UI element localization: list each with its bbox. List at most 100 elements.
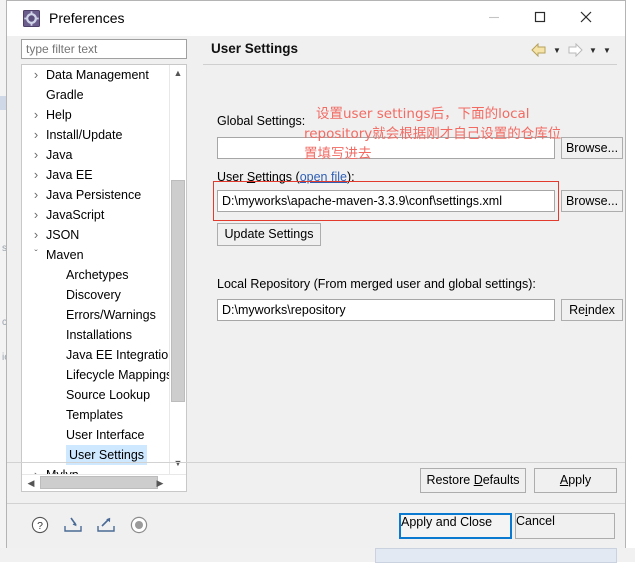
sidebar-item-user-interface[interactable]: User Interface: [22, 425, 169, 445]
reindex-label-b: ndex: [587, 303, 615, 317]
export-icon[interactable]: [95, 514, 117, 536]
footer-icon-group: ?: [29, 514, 150, 536]
chevron-right-icon[interactable]: ›: [30, 145, 42, 165]
reindex-button[interactable]: Reindex: [561, 299, 623, 321]
sidebar-item-label: Templates: [66, 408, 123, 422]
chevron-right-icon[interactable]: ›: [30, 225, 42, 245]
sidebar-item-errors-warnings[interactable]: Errors/Warnings: [22, 305, 169, 325]
global-settings-browse-button[interactable]: Browse...: [561, 137, 623, 159]
chevron-down-icon[interactable]: ˇ: [30, 245, 42, 265]
annotation-line-1: 设置user settings后，下面的local: [316, 106, 530, 122]
preferences-sidebar: › Data Management Gradle › Help › Install/Upda…: [15, 36, 195, 496]
cancel-button[interactable]: Cancel: [515, 513, 615, 539]
sidebar-item-label: Errors/Warnings: [66, 308, 156, 322]
chevron-right-icon[interactable]: ›: [30, 65, 42, 85]
sidebar-item-label: Installations: [66, 328, 133, 342]
import-icon[interactable]: [62, 514, 84, 536]
back-history-chevron-down-icon[interactable]: ▼: [551, 41, 563, 59]
minimize-button[interactable]: [471, 1, 517, 32]
global-settings-label-text: Global Settings:: [217, 114, 306, 128]
chevron-right-icon[interactable]: ›: [30, 185, 42, 205]
restore-defaults-label-b: efaults: [482, 473, 520, 487]
page-button-row: Restore Defaults Apply: [7, 468, 625, 498]
chevron-right-icon[interactable]: ›: [30, 105, 42, 125]
user-settings-label-suffix: ):: [346, 170, 355, 184]
sidebar-item-gradle[interactable]: Gradle: [22, 85, 169, 105]
chevron-right-icon[interactable]: ›: [30, 125, 42, 145]
sidebar-item-install-update[interactable]: › Install/Update: [22, 125, 169, 145]
sidebar-item-java-ee-integration[interactable]: Java EE Integration: [22, 345, 175, 365]
preferences-dialog: Preferences ›Data ManagementGradle›Help›…: [6, 0, 626, 548]
sidebar-item-source-lookup[interactable]: Source Lookup: [22, 385, 169, 405]
sidebar-item-maven[interactable]: ˇ Maven: [22, 245, 169, 265]
user-settings-label-rest: ettings (: [255, 170, 300, 184]
annotation-line-3: 置填写进去: [304, 146, 372, 162]
forward-arrow-icon: [565, 41, 585, 59]
page-navigation: ▼ ▼ ▼: [529, 40, 613, 60]
maximize-button[interactable]: [517, 1, 563, 32]
local-repository-input[interactable]: [217, 299, 555, 321]
user-settings-input[interactable]: [217, 190, 555, 212]
sidebar-item-archetypes[interactable]: Archetypes: [22, 265, 169, 285]
help-question-icon[interactable]: ?: [29, 514, 51, 536]
restore-defaults-mnemonic: D: [473, 473, 483, 487]
sidebar-item-label: Install/Update: [46, 128, 123, 142]
tree-vertical-scrollbar[interactable]: ▲ ▼: [169, 65, 186, 491]
local-repository-label: Local Repository (From merged user and g…: [217, 277, 536, 291]
sidebar-item-label: Help: [46, 108, 72, 122]
sidebar-item-label: Maven: [46, 248, 84, 262]
forward-history-chevron-down-icon[interactable]: ▼: [587, 41, 599, 59]
background-tab: [375, 548, 617, 563]
sidebar-item-label: Data Management: [46, 68, 149, 82]
close-button[interactable]: [563, 1, 609, 32]
content-separator: [7, 462, 625, 463]
sidebar-item-help[interactable]: › Help: [22, 105, 169, 125]
svg-text:?: ?: [37, 520, 43, 532]
sidebar-item-label: Lifecycle Mappings: [66, 368, 173, 382]
sidebar-item-javascript[interactable]: › JavaScript: [22, 205, 169, 225]
sidebar-item-installations[interactable]: Installations: [22, 325, 169, 345]
chevron-right-icon[interactable]: ›: [30, 165, 42, 185]
dialog-footer: ? Apply and Close Cancel: [7, 503, 625, 548]
sidebar-item-data-management[interactable]: › Data Management: [22, 65, 169, 85]
sidebar-item-discovery[interactable]: Discovery: [22, 285, 169, 305]
back-arrow-icon[interactable]: [529, 41, 549, 59]
preferences-tree[interactable]: › Data Management Gradle › Help › Install/Upda…: [21, 64, 187, 492]
tree-items-container: › Data Management Gradle › Help › Install/Upda…: [22, 65, 175, 485]
sidebar-item-label: JSON: [46, 228, 80, 242]
restore-defaults-button[interactable]: Restore Defaults: [420, 468, 526, 493]
user-settings-label-mnemonic: S: [246, 170, 256, 184]
dialog-title-bar: Preferences: [7, 1, 625, 36]
user-settings-label-prefix: User: [217, 170, 247, 184]
sidebar-item-java-ee[interactable]: › Java EE: [22, 165, 169, 185]
sidebar-item-label: Java EE Integration: [66, 348, 176, 362]
update-settings-button[interactable]: Update Settings: [217, 223, 321, 246]
sidebar-item-label: Java EE: [46, 168, 93, 182]
user-settings-browse-button[interactable]: Browse...: [561, 190, 623, 212]
view-menu-chevron-down-icon[interactable]: ▼: [601, 41, 613, 59]
sidebar-item-label: Java Persistence: [46, 188, 142, 202]
vertical-scroll-thumb[interactable]: [171, 180, 185, 402]
sidebar-item-label: Source Lookup: [66, 388, 151, 402]
page-title: User Settings: [211, 41, 299, 56]
sidebar-item-label: Discovery: [66, 288, 121, 302]
sidebar-item-json[interactable]: › JSON: [22, 225, 169, 245]
sidebar-item-lifecycle-mappings[interactable]: Lifecycle Mappings: [22, 365, 173, 385]
sidebar-item-java[interactable]: › Java: [22, 145, 169, 165]
global-settings-label: Global Settings:: [217, 114, 305, 128]
annotation-line-2: repository就会根据刚才自己设置的仓库位: [304, 126, 562, 142]
dialog-body: › Data Management Gradle › Help › Install/Upda…: [7, 36, 625, 503]
sidebar-item-label: User Interface: [66, 428, 145, 442]
sidebar-item-templates[interactable]: Templates: [22, 405, 169, 425]
filter-input[interactable]: [21, 39, 187, 59]
restore-defaults-label-a: Restore: [426, 473, 474, 487]
record-circle-icon[interactable]: [128, 514, 150, 536]
apply-button[interactable]: Apply: [534, 468, 617, 493]
chevron-right-icon[interactable]: ›: [30, 205, 42, 225]
user-settings-label: User Settings (open file):: [217, 170, 355, 184]
settings-page: User Settings ▼ ▼ ▼ Global Settings: Bro…: [203, 36, 623, 496]
apply-and-close-button[interactable]: Apply and Close: [399, 513, 512, 539]
scroll-up-icon[interactable]: ▲: [170, 65, 186, 81]
open-file-link[interactable]: open file: [300, 170, 347, 184]
sidebar-item-java-persistence[interactable]: › Java Persistence: [22, 185, 169, 205]
